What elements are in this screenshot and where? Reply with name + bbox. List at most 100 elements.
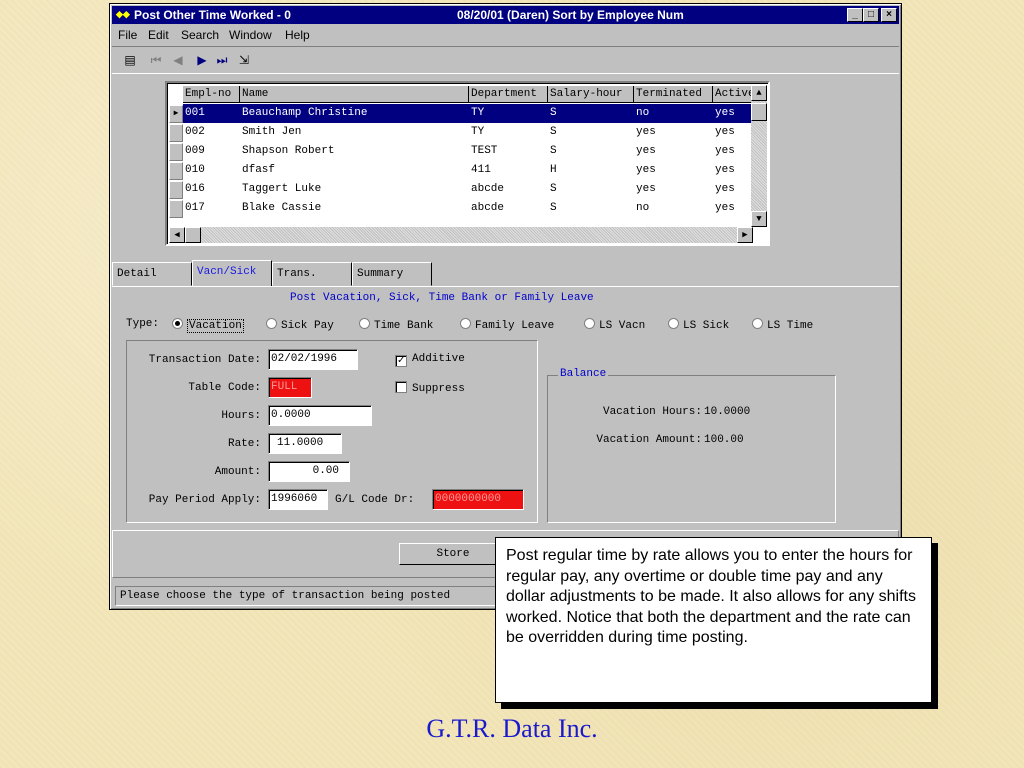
radio-family-leave[interactable]: Family Leave bbox=[460, 318, 554, 332]
cell: 001 bbox=[185, 107, 205, 119]
radio-selected-icon bbox=[172, 318, 183, 329]
cell: 016 bbox=[185, 183, 205, 195]
cell: 009 bbox=[185, 145, 205, 157]
cell: abcde bbox=[471, 202, 505, 214]
app-window: ◆◆ Post Other Time Worked - 0 08/20/01 (… bbox=[109, 3, 902, 610]
table-row[interactable]: 016 Taggert Luke abcde S yes yes bbox=[183, 180, 755, 199]
first-record-icon[interactable]: ⏮ bbox=[146, 51, 166, 71]
cell: 411 bbox=[471, 164, 491, 176]
col-salary-hour[interactable]: Salary-hour bbox=[548, 86, 634, 103]
toolbar: ▤ ⏮ ◀ ▶ ⏭ ⇲ bbox=[112, 46, 899, 74]
title-bar: ◆◆ Post Other Time Worked - 0 08/20/01 (… bbox=[112, 6, 899, 24]
row-indicator[interactable] bbox=[169, 124, 183, 142]
radio-icon bbox=[584, 318, 595, 329]
vacation-amount-label: Vacation Amount: bbox=[596, 434, 702, 446]
row-indicator[interactable] bbox=[169, 143, 183, 161]
store-button[interactable]: Store bbox=[399, 543, 507, 565]
menu-edit[interactable]: Edit bbox=[148, 28, 169, 42]
radio-time-bank[interactable]: Time Bank bbox=[359, 318, 433, 332]
col-active[interactable]: Active bbox=[713, 86, 755, 103]
cell: yes bbox=[636, 126, 656, 138]
prev-record-icon[interactable]: ◀ bbox=[168, 51, 188, 71]
table-code-input[interactable]: FULL bbox=[268, 377, 312, 398]
horizontal-scrollbar[interactable]: ◀ ▶ bbox=[169, 227, 753, 243]
amount-input[interactable]: 0.00 bbox=[268, 461, 350, 482]
rate-label: Rate: bbox=[227, 438, 261, 450]
scroll-thumb[interactable] bbox=[751, 103, 767, 121]
gl-code-label: G/L Code Dr: bbox=[335, 494, 415, 506]
next-record-icon[interactable]: ▶ bbox=[192, 51, 212, 71]
exit-door-icon[interactable]: ⇲ bbox=[234, 51, 254, 71]
print-icon[interactable]: ▤ bbox=[120, 51, 140, 71]
cell: Beauchamp Christine bbox=[242, 107, 368, 119]
table-row[interactable]: 017 Blake Cassie abcde S no yes bbox=[183, 199, 755, 218]
additive-checkbox[interactable]: ✓ Additive bbox=[395, 353, 465, 367]
transaction-date-input[interactable]: 02/02/1996 bbox=[268, 349, 358, 370]
cell: yes bbox=[715, 164, 735, 176]
row-indicator[interactable] bbox=[169, 162, 183, 180]
radio-ls-vacn[interactable]: LS Vacn bbox=[584, 318, 645, 332]
table-row[interactable]: 009 Shapson Robert TEST S yes yes bbox=[183, 142, 755, 161]
menu-help[interactable]: Help bbox=[285, 28, 310, 42]
scroll-down-icon[interactable]: ▼ bbox=[751, 211, 767, 227]
row-indicator[interactable] bbox=[169, 181, 183, 199]
cell: yes bbox=[715, 202, 735, 214]
cell: S bbox=[550, 126, 557, 138]
pay-period-input[interactable]: 1996060 bbox=[268, 489, 328, 510]
menu-window[interactable]: Window bbox=[229, 28, 272, 42]
cell: 010 bbox=[185, 164, 205, 176]
radio-ls-time[interactable]: LS Time bbox=[752, 318, 813, 332]
vacation-amount-value: 100.00 bbox=[704, 434, 744, 446]
suppress-checkbox[interactable]: Suppress bbox=[395, 381, 465, 395]
row-indicator[interactable]: ▶ bbox=[169, 105, 183, 123]
status-bar: Please choose the type of transaction be… bbox=[115, 586, 505, 606]
cell: yes bbox=[636, 164, 656, 176]
cell: yes bbox=[636, 183, 656, 195]
cell: yes bbox=[715, 183, 735, 195]
last-record-icon[interactable]: ⏭ bbox=[212, 51, 232, 71]
col-terminated[interactable]: Terminated bbox=[634, 86, 713, 103]
hours-input[interactable]: 0.0000 bbox=[268, 405, 372, 426]
tab-divider bbox=[112, 286, 899, 287]
scroll-right-icon[interactable]: ▶ bbox=[737, 227, 753, 243]
tab-vacn-sick[interactable]: Vacn/Sick bbox=[192, 260, 272, 286]
radio-icon bbox=[668, 318, 679, 329]
cell: S bbox=[550, 183, 557, 195]
tab-trans[interactable]: Trans. bbox=[272, 262, 352, 286]
hours-label: Hours: bbox=[221, 410, 261, 422]
scroll-left-icon[interactable]: ◀ bbox=[169, 227, 185, 243]
rate-input[interactable]: 11.0000 bbox=[268, 433, 342, 454]
employee-grid[interactable]: Empl-no Name Department Salary-hour Term… bbox=[165, 81, 770, 246]
radio-vacation[interactable]: Vacation bbox=[172, 318, 244, 333]
scroll-thumb[interactable] bbox=[185, 227, 201, 243]
cell: yes bbox=[636, 145, 656, 157]
radio-icon bbox=[460, 318, 471, 329]
maximize-button[interactable]: □ bbox=[863, 8, 879, 22]
cell: 002 bbox=[185, 126, 205, 138]
cell: Taggert Luke bbox=[242, 183, 322, 195]
table-row[interactable]: 001 Beauchamp Christine TY S no yes bbox=[183, 104, 755, 123]
radio-ls-sick[interactable]: LS Sick bbox=[668, 318, 729, 332]
cell: TY bbox=[471, 126, 485, 138]
menu-file[interactable]: File bbox=[118, 28, 137, 42]
cell: dfasf bbox=[242, 164, 276, 176]
table-row[interactable]: 002 Smith Jen TY S yes yes bbox=[183, 123, 755, 142]
tab-summary[interactable]: Summary bbox=[352, 262, 432, 286]
radio-icon bbox=[266, 318, 277, 329]
cell: no bbox=[636, 107, 650, 119]
col-empl-no[interactable]: Empl-no bbox=[183, 86, 240, 103]
minimize-button[interactable]: _ bbox=[847, 8, 863, 22]
balance-title: Balance bbox=[558, 368, 609, 380]
app-icon: ◆◆ bbox=[116, 9, 130, 19]
col-name[interactable]: Name bbox=[240, 86, 469, 103]
menu-search[interactable]: Search bbox=[181, 28, 219, 42]
gl-code-input[interactable]: 0000000000 bbox=[432, 489, 524, 510]
table-row[interactable]: 010 dfasf 411 H yes yes bbox=[183, 161, 755, 180]
col-department[interactable]: Department bbox=[469, 86, 548, 103]
close-button[interactable]: × bbox=[881, 8, 897, 22]
tab-detail[interactable]: Detail bbox=[112, 262, 192, 286]
vertical-scrollbar[interactable]: ▲ ▼ bbox=[751, 85, 767, 227]
radio-sick-pay[interactable]: Sick Pay bbox=[266, 318, 334, 332]
row-indicator[interactable] bbox=[169, 200, 183, 218]
scroll-up-icon[interactable]: ▲ bbox=[751, 85, 767, 101]
